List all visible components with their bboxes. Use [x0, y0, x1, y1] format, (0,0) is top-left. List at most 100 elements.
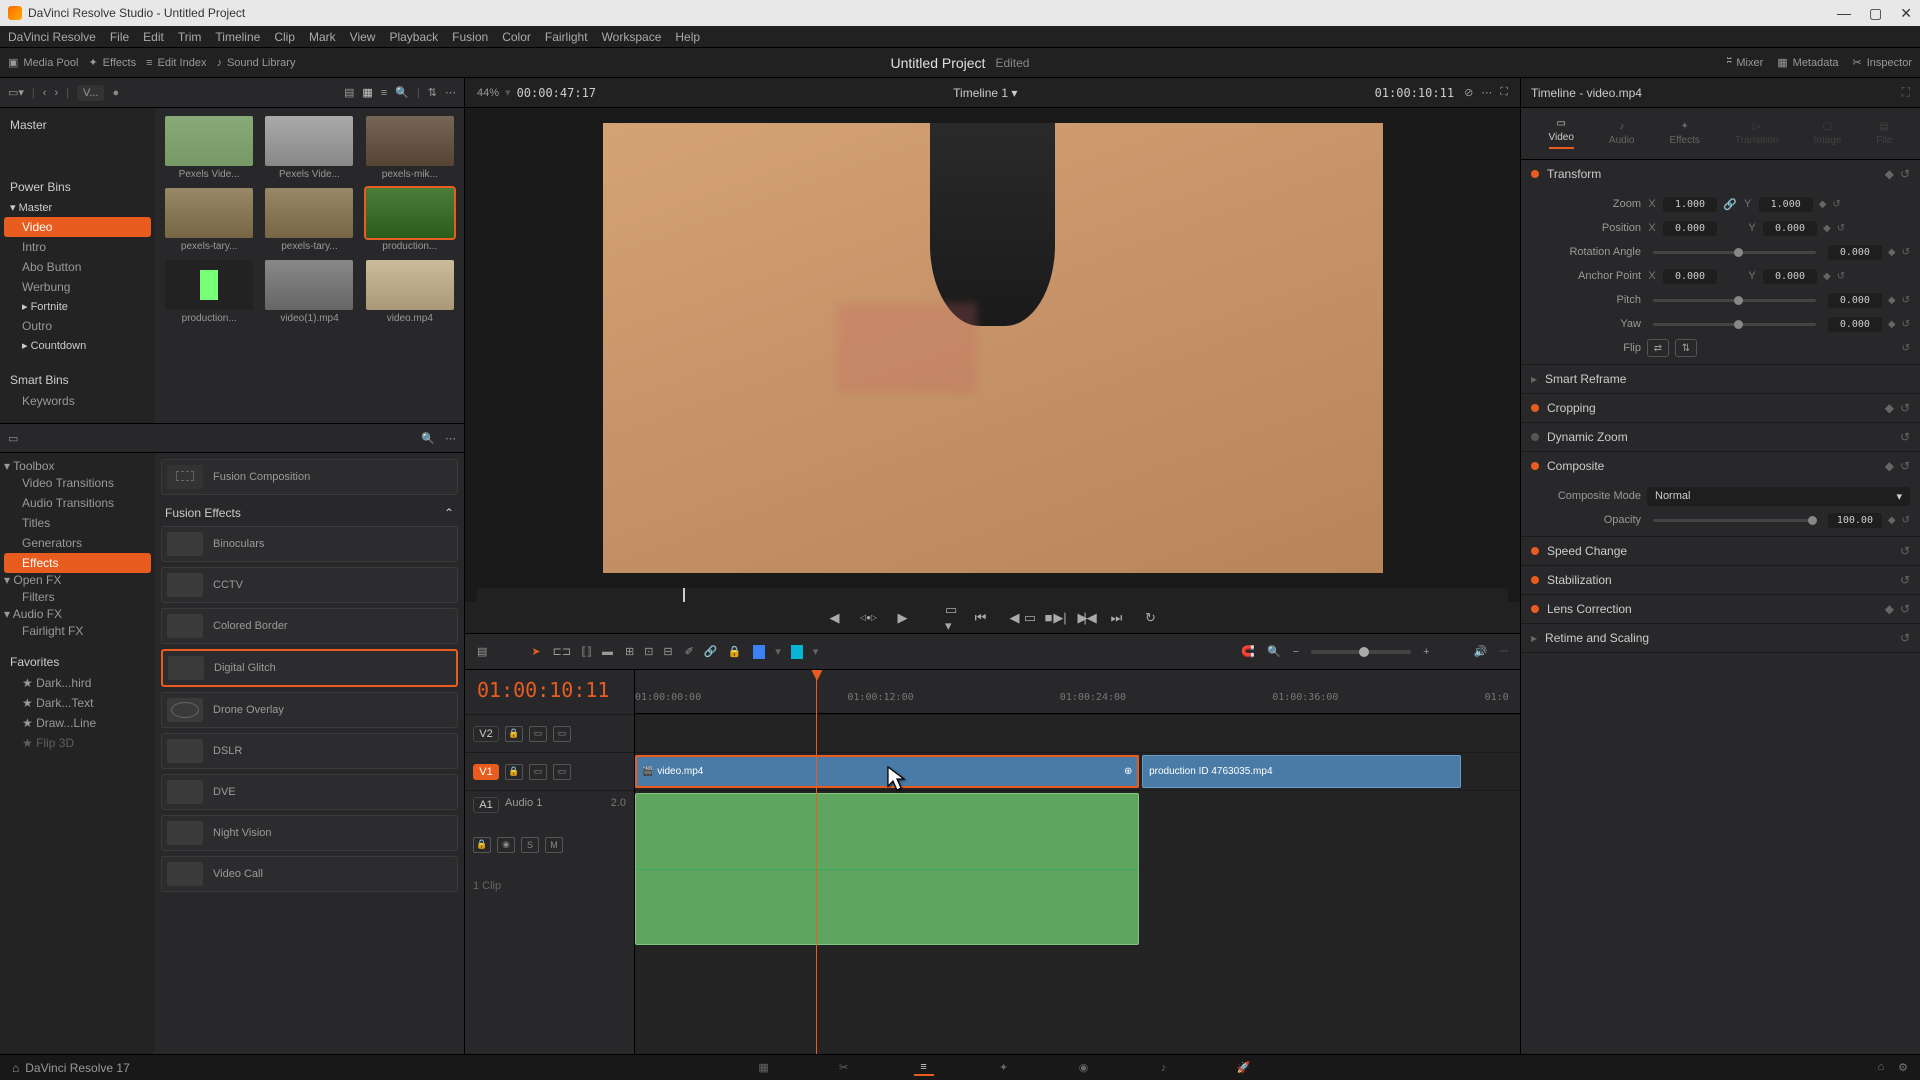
- bin-intro[interactable]: Intro: [4, 237, 151, 257]
- pos-y[interactable]: 0.000: [1763, 221, 1817, 236]
- dim-icon[interactable]: ⎓: [1499, 645, 1508, 658]
- tab-effects[interactable]: ✦Effects: [1670, 121, 1700, 146]
- track-v1-header[interactable]: V1 🔒 ▭ ▭: [465, 752, 634, 790]
- zoom-label[interactable]: 44%: [477, 87, 499, 99]
- menu-fairlight[interactable]: Fairlight: [545, 30, 588, 44]
- marker-icon[interactable]: [791, 645, 803, 659]
- clip-thumb[interactable]: pexels-tary...: [263, 188, 355, 252]
- track-a1-header[interactable]: A1 Audio 1 2.0 🔒 ◉ S M 1 Clip: [465, 790, 634, 910]
- menu-workspace[interactable]: Workspace: [602, 30, 662, 44]
- tab-video[interactable]: ▭Video: [1549, 118, 1574, 149]
- rotation-val[interactable]: 0.000: [1828, 245, 1882, 260]
- bin-werbung[interactable]: Werbung: [4, 277, 151, 297]
- clip-thumb[interactable]: production...: [364, 188, 456, 252]
- openfx-node[interactable]: ▾ Open FX: [4, 573, 151, 587]
- viewer-scrubber[interactable]: [477, 588, 1508, 602]
- anchor-y[interactable]: 0.000: [1763, 269, 1817, 284]
- match-frame-icon[interactable]: ▭: [1020, 608, 1040, 628]
- bin-abo[interactable]: Abo Button: [4, 257, 151, 277]
- view-mode-icon[interactable]: ▭ ▾: [945, 608, 965, 628]
- menu-mark[interactable]: Mark: [309, 30, 336, 44]
- toolbox-node[interactable]: ▾ Toolbox: [4, 459, 151, 473]
- opacity-val[interactable]: 100.00: [1828, 513, 1882, 528]
- mute-button[interactable]: M: [545, 837, 563, 853]
- dynamic-trim-icon[interactable]: ⟦⟧: [581, 645, 592, 658]
- fx-dslr[interactable]: DSLR: [161, 733, 458, 769]
- go-first-icon[interactable]: ⏮: [971, 608, 991, 628]
- arm-icon[interactable]: ◉: [497, 837, 515, 853]
- yaw-slider[interactable]: [1653, 323, 1816, 326]
- clip-thumb[interactable]: ♪video.mp4: [364, 260, 456, 324]
- menu-clip[interactable]: Clip: [274, 30, 295, 44]
- bin-video[interactable]: Video: [4, 217, 151, 237]
- section-lens[interactable]: Lens Correction◆↺: [1521, 595, 1920, 623]
- clip-audio1[interactable]: [635, 793, 1139, 945]
- maximize-icon[interactable]: ▢: [1869, 5, 1882, 22]
- project-settings-icon[interactable]: ⚙: [1898, 1061, 1908, 1074]
- blade-tool-icon[interactable]: ▬: [602, 646, 613, 658]
- flag-icon[interactable]: [753, 645, 765, 659]
- anchor-x[interactable]: 0.000: [1663, 269, 1717, 284]
- fx-layout-icon[interactable]: ▭: [8, 432, 18, 445]
- keyframe-icon[interactable]: ◆: [1885, 167, 1894, 181]
- clip-thumb[interactable]: pexels-tary...: [163, 188, 255, 252]
- yaw-val[interactable]: 0.000: [1828, 317, 1882, 332]
- fx-fairlight[interactable]: Fairlight FX: [4, 621, 151, 641]
- menu-help[interactable]: Help: [675, 30, 700, 44]
- fx-digital-glitch[interactable]: Digital Glitch: [161, 649, 458, 687]
- zoom-x[interactable]: 1.000: [1663, 197, 1717, 212]
- bin-keywords[interactable]: Keywords: [4, 391, 151, 411]
- fav-item[interactable]: ★ Dark...Text: [4, 693, 151, 713]
- bin-fortnite[interactable]: ▸ Fortnite: [4, 297, 151, 316]
- fx-vt[interactable]: Video Transitions: [4, 473, 151, 493]
- timeline-tracks[interactable]: 01:00:00:00 01:00:12:00 01:00:24:00 01:0…: [635, 670, 1520, 1054]
- options-icon[interactable]: ⋯: [445, 86, 456, 99]
- audio-meter-icon[interactable]: 🔊: [1474, 645, 1488, 658]
- rotation-slider[interactable]: [1653, 251, 1816, 254]
- fx-titles[interactable]: Titles: [4, 513, 151, 533]
- overwrite-icon[interactable]: ⊡: [644, 645, 653, 658]
- mark-in-out-icon[interactable]: ◁●▷: [859, 608, 879, 628]
- menu-view[interactable]: View: [350, 30, 376, 44]
- selection-tool-icon[interactable]: ➤: [531, 645, 540, 658]
- page-media[interactable]: ▦: [754, 1060, 774, 1076]
- composite-mode-select[interactable]: Normal▾: [1647, 487, 1910, 506]
- track-v1[interactable]: 🎬video.mp4⊕ production ID 4763035.mp4: [635, 752, 1520, 790]
- search-icon[interactable]: 🔍: [395, 86, 409, 99]
- step-fwd-icon[interactable]: |◀: [1080, 608, 1100, 628]
- page-color[interactable]: ◉: [1074, 1060, 1094, 1076]
- clip-thumb[interactable]: pexels-mik...: [364, 116, 456, 180]
- next-edit-icon[interactable]: ▶: [893, 608, 913, 628]
- menu-fusion[interactable]: Fusion: [452, 30, 488, 44]
- section-dynamic-zoom[interactable]: Dynamic Zoom↺: [1521, 423, 1920, 451]
- fx-night-vision[interactable]: Night Vision: [161, 815, 458, 851]
- fx-search-icon[interactable]: 🔍: [421, 432, 435, 445]
- page-cut[interactable]: ✂: [834, 1060, 854, 1076]
- fx-colored-border[interactable]: Colored Border: [161, 608, 458, 644]
- step-back-icon[interactable]: ▶|: [1050, 608, 1070, 628]
- track-a1[interactable]: [635, 790, 1520, 948]
- razor-icon[interactable]: ✐: [685, 645, 694, 658]
- section-cropping[interactable]: Cropping◆↺: [1521, 394, 1920, 422]
- view-list-icon[interactable]: ≡: [381, 87, 387, 99]
- lock-icon[interactable]: 🔒: [473, 837, 491, 853]
- menu-color[interactable]: Color: [502, 30, 531, 44]
- media-pool-toggle[interactable]: ▣ Media Pool: [8, 56, 78, 69]
- solo-button[interactable]: S: [521, 837, 539, 853]
- nav-fwd-icon[interactable]: ›: [54, 87, 58, 99]
- menu-playback[interactable]: Playback: [389, 30, 438, 44]
- fx-at[interactable]: Audio Transitions: [4, 493, 151, 513]
- timeline-view-icon[interactable]: ▤: [477, 645, 487, 658]
- page-deliver[interactable]: 🚀: [1234, 1060, 1254, 1076]
- tab-audio[interactable]: ♪Audio: [1609, 121, 1635, 146]
- viewer-title[interactable]: Timeline 1 ▾: [953, 86, 1017, 100]
- clip-thumb[interactable]: Pexels Vide...: [163, 116, 255, 180]
- auto-select-icon[interactable]: ▭: [529, 726, 547, 742]
- fx-options-icon[interactable]: ⋯: [445, 432, 456, 445]
- section-stabilization[interactable]: Stabilization↺: [1521, 566, 1920, 594]
- clip-thumb[interactable]: Pexels Vide...: [263, 116, 355, 180]
- bin-countdown[interactable]: ▸ Countdown: [4, 336, 151, 355]
- metadata-toggle[interactable]: ▦ Metadata: [1777, 56, 1838, 69]
- edit-index-toggle[interactable]: ≡ Edit Index: [146, 57, 206, 69]
- program-viewer[interactable]: [465, 108, 1520, 588]
